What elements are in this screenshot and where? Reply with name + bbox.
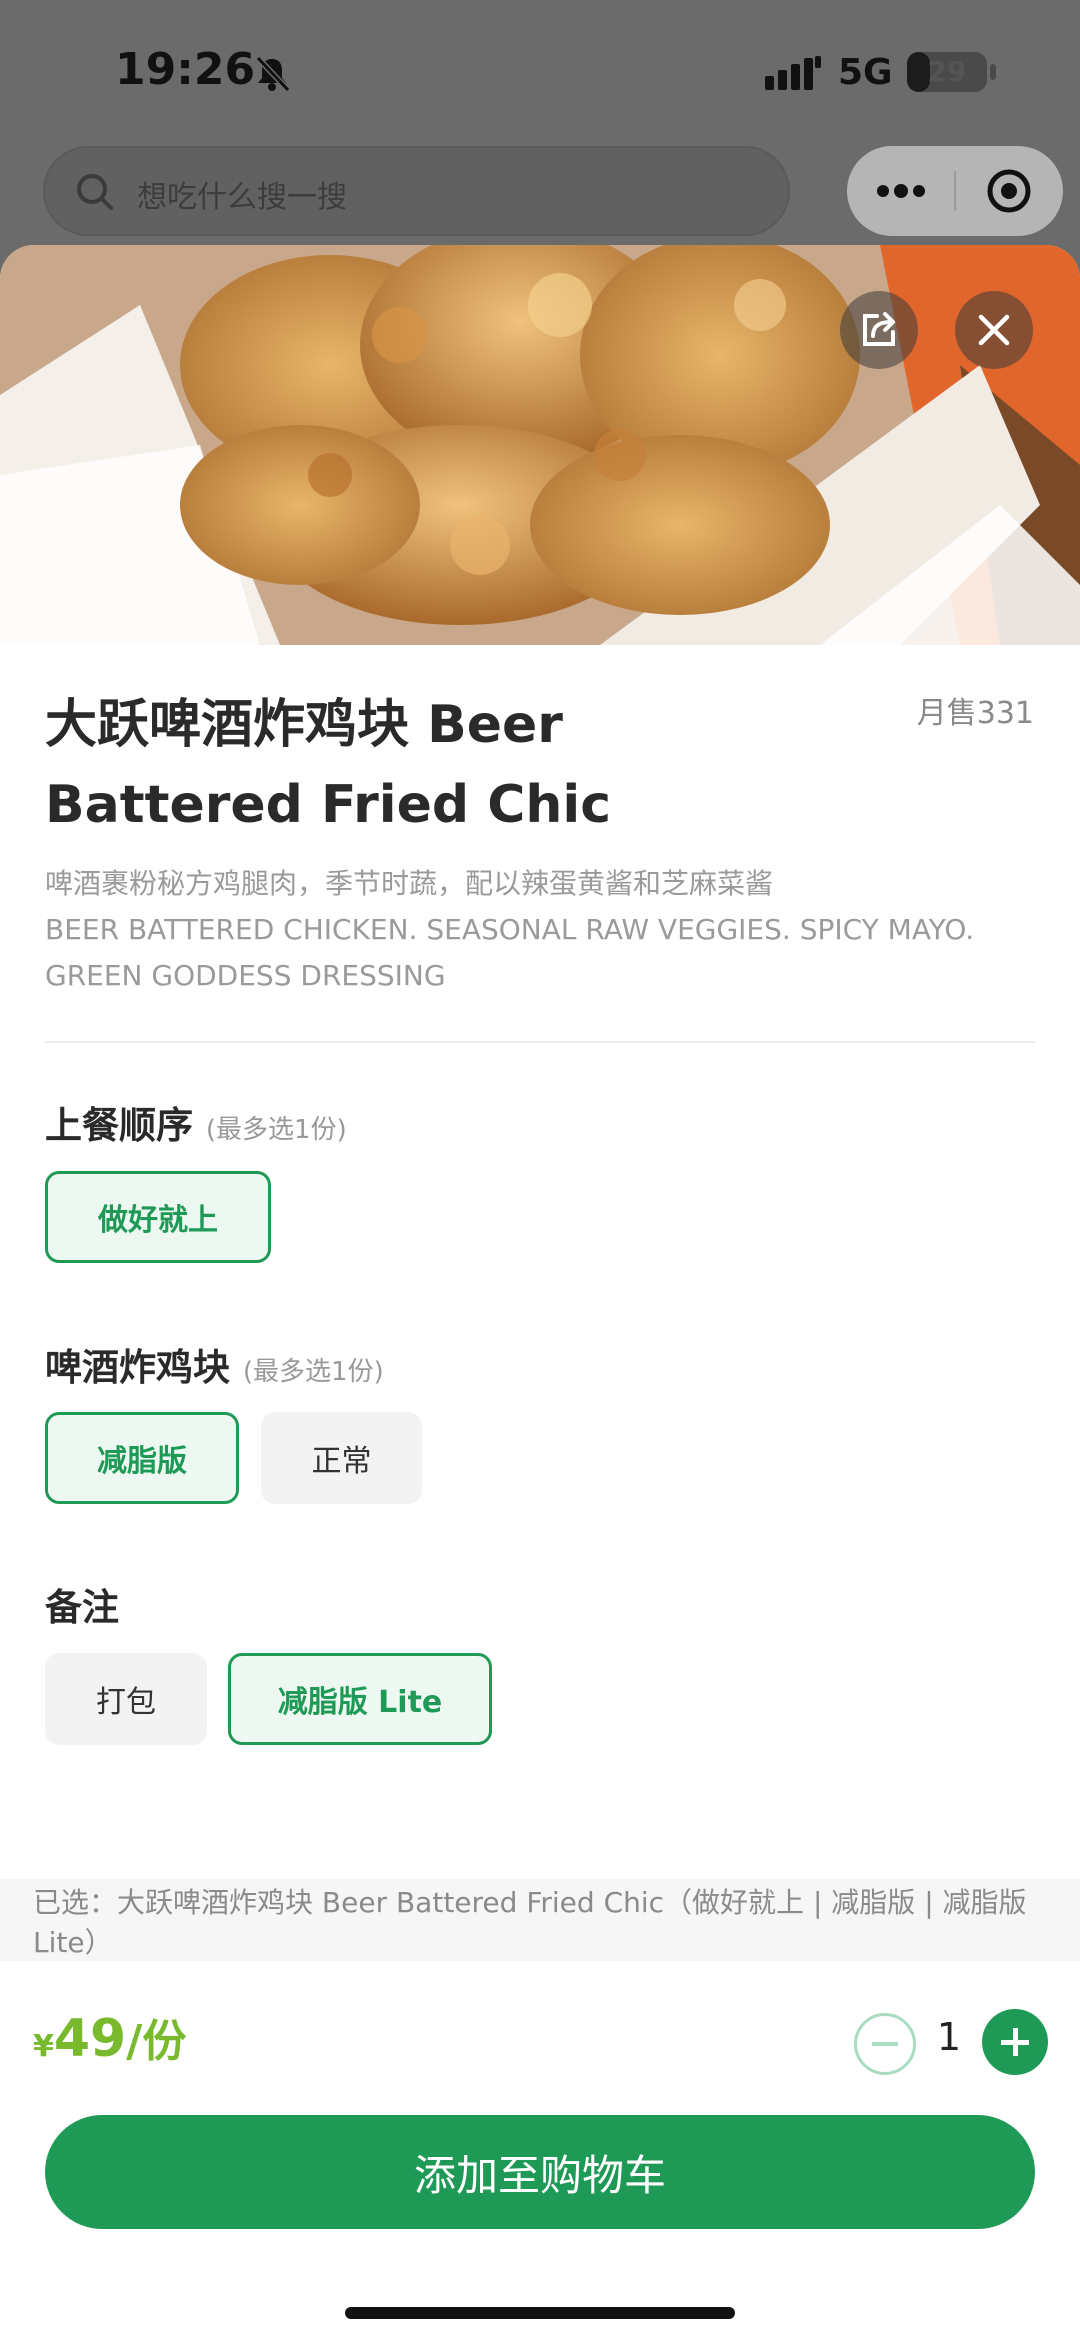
search-icon — [77, 174, 113, 210]
close-icon — [978, 314, 1010, 346]
close-button[interactable] — [955, 291, 1033, 369]
status-time: 19:26 — [115, 44, 256, 95]
battery-tip — [990, 64, 996, 80]
group-title-text: 啤酒炸鸡块 — [45, 1346, 230, 1389]
battery-level: 29 — [927, 55, 967, 88]
home-indicator — [345, 2307, 735, 2319]
dish-detail-sheet: 大跃啤酒炸鸡块 Beer Battered Fried Chic 月售331 啤… — [0, 245, 1080, 2341]
group-title-text: 上餐顺序 — [45, 1104, 193, 1147]
price-amount: 49 — [53, 2009, 127, 2069]
target-icon — [987, 169, 1031, 213]
selection-summary-bar: 已选：大跃啤酒炸鸡块 Beer Battered Fried Chic（做好就上… — [0, 1879, 1080, 1961]
option-takeaway[interactable]: 打包 — [45, 1653, 207, 1745]
dish-photo-art — [0, 245, 1080, 645]
search-input[interactable]: 想吃什么搜一搜 — [43, 146, 790, 236]
group-hint: (最多选1份) — [242, 1357, 384, 1387]
dish-description-cn: 啤酒裹粉秘方鸡腿肉，季节时蔬，配以辣蛋黄酱和芝麻菜酱 — [45, 867, 774, 900]
selection-summary: 已选：大跃啤酒炸鸡块 Beer Battered Fried Chic（做好就上… — [33, 1886, 1027, 1959]
dish-photo — [0, 245, 1080, 645]
status-bar: 19:26 5G 29 — [0, 0, 1080, 140]
decrease-quantity-button[interactable] — [854, 2013, 916, 2075]
dish-title: 大跃啤酒炸鸡块 Beer Battered Fried Chic — [45, 695, 612, 835]
battery-icon: 29 — [907, 52, 987, 92]
group-title-serving-order: 上餐顺序 (最多选1份) — [45, 1095, 347, 1149]
bell-off-icon — [255, 55, 291, 93]
group-hint: (最多选1份) — [205, 1115, 347, 1145]
price-unit: /份 — [126, 2016, 187, 2067]
more-button[interactable] — [847, 146, 955, 236]
price-currency: ¥ — [33, 2029, 54, 2064]
add-to-cart-button[interactable]: 添加至购物车 — [45, 2115, 1035, 2229]
increase-quantity-button[interactable] — [982, 2009, 1048, 2075]
mini-program-capsule — [847, 146, 1063, 236]
dish-description-en: BEER BATTERED CHICKEN. SEASONAL RAW VEGG… — [45, 913, 975, 992]
group-title-notes: 备注 — [45, 1577, 119, 1631]
option-serve-when-ready[interactable]: 做好就上 — [45, 1171, 271, 1263]
search-placeholder: 想吃什么搜一搜 — [137, 180, 347, 215]
signal-icon — [765, 56, 821, 90]
more-icon — [877, 184, 925, 198]
monthly-sales: 月售331 — [916, 696, 1034, 731]
option-normal[interactable]: 正常 — [261, 1412, 422, 1504]
option-low-fat[interactable]: 减脂版 — [45, 1412, 239, 1504]
dish-description: 啤酒裹粉秘方鸡腿肉，季节时蔬，配以辣蛋黄酱和芝麻菜酱 BEER BATTERED… — [45, 861, 1045, 999]
network-label: 5G — [838, 52, 893, 93]
price: ¥49/份 — [33, 2005, 186, 2069]
group-title-text: 备注 — [45, 1586, 119, 1629]
quantity-value: 1 — [936, 2015, 962, 2059]
group-title-fried-chicken: 啤酒炸鸡块 (最多选1份) — [45, 1337, 384, 1391]
option-low-fat-lite[interactable]: 减脂版 Lite — [228, 1653, 492, 1745]
divider — [45, 1041, 1035, 1043]
close-mini-program-button[interactable] — [955, 146, 1063, 236]
share-icon — [863, 312, 895, 346]
share-button[interactable] — [840, 291, 918, 369]
